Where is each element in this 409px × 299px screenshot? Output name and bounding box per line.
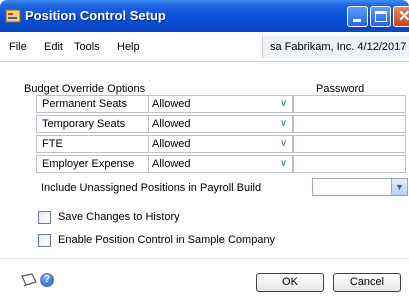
bottom-bar: ? OK Cancel bbox=[0, 258, 409, 299]
include-unassigned-label: Include Unassigned Positions in Payroll … bbox=[41, 182, 262, 194]
override-row-fte: FTE Allowed ∨ bbox=[36, 135, 406, 153]
minimize-icon bbox=[353, 19, 361, 22]
password-field[interactable] bbox=[293, 155, 406, 173]
row-label: Permanent Seats bbox=[36, 95, 148, 113]
budget-override-label: Budget Override Options bbox=[24, 83, 146, 95]
password-header: Password bbox=[316, 83, 365, 95]
menu-edit[interactable]: Edit bbox=[44, 41, 63, 53]
minimize-button[interactable] bbox=[347, 6, 368, 27]
override-select[interactable]: Allowed bbox=[148, 115, 293, 133]
password-field[interactable] bbox=[293, 115, 406, 133]
override-row-temporary-seats: Temporary Seats Allowed ∨ bbox=[36, 115, 406, 133]
user-company-date: sa Fabrikam, Inc. 4/12/2017 bbox=[262, 36, 409, 58]
password-field[interactable] bbox=[293, 95, 406, 113]
enable-position-control-label: Enable Position Control in Sample Compan… bbox=[58, 234, 276, 246]
row-label: Employer Expense bbox=[36, 155, 148, 173]
chevron-down-icon[interactable]: ∨ bbox=[275, 115, 293, 133]
cancel-button[interactable]: Cancel bbox=[333, 273, 401, 292]
include-unassigned-select[interactable]: ▼ bbox=[312, 178, 408, 196]
close-icon: ✕ bbox=[398, 8, 409, 25]
ok-button[interactable]: OK bbox=[256, 273, 324, 292]
window-app-icon bbox=[5, 9, 21, 23]
override-select[interactable]: Allowed bbox=[148, 95, 293, 113]
menu-bar: File Edit Tools Help sa Fabrikam, Inc. 4… bbox=[0, 32, 409, 62]
maximize-button[interactable] bbox=[370, 6, 391, 27]
enable-position-control-checkbox[interactable] bbox=[38, 234, 51, 247]
save-changes-history-label: Save Changes to History bbox=[58, 211, 180, 223]
menu-file[interactable]: File bbox=[9, 41, 27, 53]
override-row-employer-expense: Employer Expense Allowed ∨ bbox=[36, 155, 406, 173]
menu-tools[interactable]: Tools bbox=[74, 41, 100, 53]
note-icon[interactable] bbox=[20, 273, 38, 287]
password-field[interactable] bbox=[293, 135, 406, 153]
chevron-down-icon[interactable]: ∨ bbox=[275, 95, 293, 113]
save-changes-history-checkbox[interactable] bbox=[38, 211, 51, 224]
override-select[interactable]: Allowed bbox=[148, 135, 293, 153]
chevron-down-icon[interactable]: ▼ bbox=[391, 179, 407, 195]
help-icon[interactable]: ? bbox=[40, 273, 54, 287]
close-button[interactable]: ✕ bbox=[393, 6, 409, 27]
window-title: Position Control Setup bbox=[25, 8, 166, 23]
override-select[interactable]: Allowed bbox=[148, 155, 293, 173]
chevron-down-icon[interactable]: ∨ bbox=[275, 135, 293, 153]
menu-help[interactable]: Help bbox=[117, 41, 140, 53]
chevron-down-icon[interactable]: ∨ bbox=[275, 155, 293, 173]
row-label: Temporary Seats bbox=[36, 115, 148, 133]
override-row-permanent-seats: Permanent Seats Allowed ∨ bbox=[36, 95, 406, 113]
maximize-icon bbox=[375, 11, 387, 22]
title-bar: Position Control Setup ✕ bbox=[0, 0, 409, 32]
row-label: FTE bbox=[36, 135, 148, 153]
